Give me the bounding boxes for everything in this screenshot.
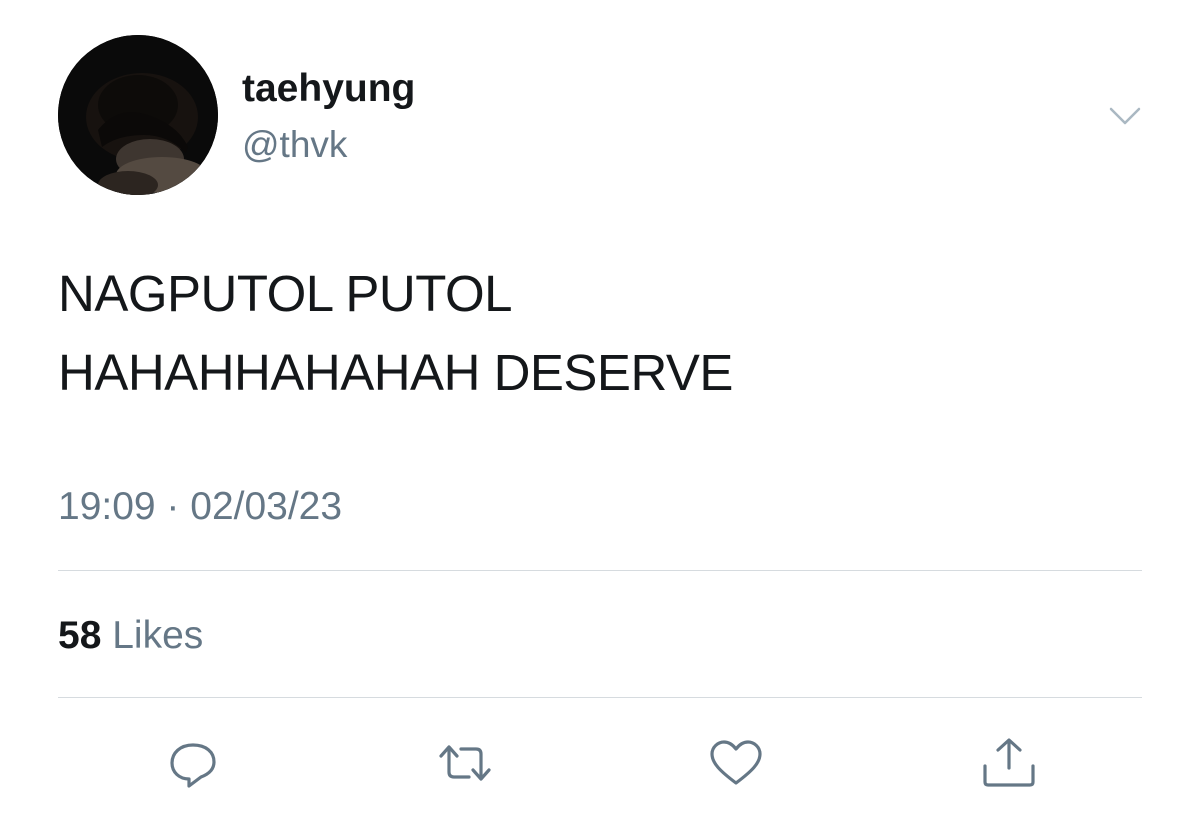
display-name[interactable]: taehyung	[242, 66, 415, 112]
likes-count: 58	[58, 614, 102, 657]
reply-icon	[170, 743, 216, 788]
share-icon	[983, 738, 1035, 787]
tweet-text-line: NAGPUTOL PUTOL	[58, 265, 513, 322]
retweet-icon	[439, 745, 491, 781]
avatar[interactable]	[58, 35, 218, 195]
avatar-photo	[58, 35, 218, 195]
like-button[interactable]	[706, 736, 766, 790]
divider	[58, 697, 1142, 698]
reply-button[interactable]	[163, 736, 223, 790]
share-button[interactable]	[979, 736, 1039, 790]
tweet-text: NAGPUTOL PUTOL HAHAHHAHAHAH DESERVE	[58, 254, 1138, 412]
likes-stat[interactable]: 58 Likes	[58, 611, 203, 661]
tweet-text-line: HAHAHHAHAHAH DESERVE	[58, 344, 733, 401]
like-icon	[710, 740, 762, 785]
tweet-timestamp[interactable]: 19:09 · 02/03/23	[58, 482, 342, 532]
divider	[58, 570, 1142, 571]
chevron-down-icon[interactable]	[1107, 101, 1143, 131]
likes-label: Likes	[112, 614, 204, 657]
retweet-button[interactable]	[435, 736, 495, 790]
user-handle[interactable]: @thvk	[242, 122, 347, 168]
